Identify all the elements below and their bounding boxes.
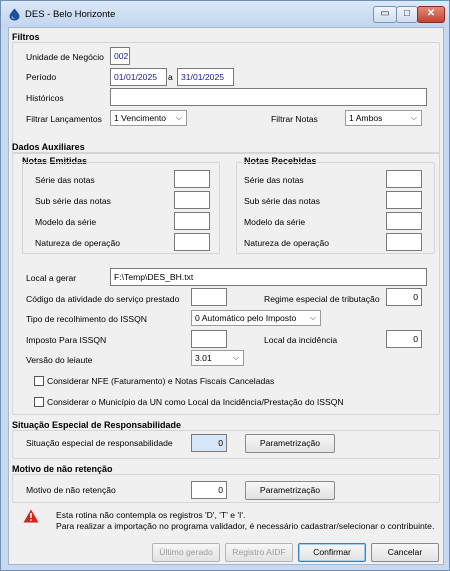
maximize-icon: □ [403,8,411,19]
ultimo-gerado-button[interactable]: Último gerado [152,543,220,562]
warning-line-2: Para realizar a importação no programa v… [56,521,435,531]
filtrar-lancamentos-label: Filtrar Lançamentos [26,114,102,124]
chevron-down-icon: ⌵ [309,313,316,322]
local-incidencia-input[interactable]: 0 [386,330,422,348]
recebidas-subserie-input[interactable] [386,191,422,209]
motivo-title: Motivo de não retenção [12,464,113,474]
filtrar-notas-label: Filtrar Notas [271,114,318,124]
regime-especial-input[interactable]: 0 [386,288,422,306]
emitidas-subserie-label: Sub série das notas [35,196,111,206]
considerar-nfe-checkbox[interactable] [34,376,44,386]
filtrar-lancamentos-value: 1 Vencimento [114,113,167,123]
considerar-municipio-label[interactable]: Considerar o Município da UN como Local … [47,397,344,407]
situacao-title: Situação Especial de Responsabilidade [12,420,182,430]
filtrar-lancamentos-select[interactable]: 1 Vencimento ⌵ [110,110,187,126]
recebidas-subserie-label: Sub série das notas [244,196,320,206]
codigo-atividade-label: Código da atividade do serviço prestado [26,294,180,304]
periodo-separator: a [168,72,173,82]
recebidas-modelo-label: Modelo da série [244,217,306,227]
emitidas-serie-input[interactable] [174,170,210,188]
dados-auxiliares-title: Dados Auxiliares [12,142,85,152]
chevron-down-icon: ⌵ [232,353,239,362]
minimize-button[interactable]: ▭ [373,6,397,23]
window-title: DES - Belo Horizonte [25,9,116,20]
warning-icon [23,509,39,523]
chevron-down-icon: ⌵ [410,113,417,122]
close-icon: ✕ [426,8,436,19]
local-incidencia-label: Local da incidência [264,335,338,345]
unidade-input[interactable]: 002 [110,47,130,65]
recebidas-modelo-input[interactable] [386,212,422,230]
confirmar-button[interactable]: Confirmar [298,543,366,562]
emitidas-natureza-input[interactable] [174,233,210,251]
recebidas-natureza-label: Natureza de operação [244,238,330,248]
considerar-municipio-checkbox[interactable] [34,397,44,407]
imposto-issqn-label: Imposto Para ISSQN [26,335,107,345]
historicos-input[interactable] [110,88,427,106]
versao-leiaute-value: 3.01 [195,353,212,363]
motivo-input[interactable]: 0 [191,481,227,499]
dialog-content: Filtros Unidade de Negócio 002 Período 0… [8,27,444,565]
tipo-recolhimento-label: Tipo de recolhimento do ISSQN [26,314,148,324]
local-gerar-input[interactable]: F:\Temp\DES_BH.txt [110,268,427,286]
recebidas-natureza-input[interactable] [386,233,422,251]
filtrar-notas-select[interactable]: 1 Ambos ⌵ [345,110,422,126]
situacao-label: Situação especial de responsabilidade [26,438,173,448]
filtrar-notas-value: 1 Ambos [349,113,383,123]
imposto-issqn-input[interactable] [191,330,227,348]
motivo-label: Motivo de não retenção [26,485,116,495]
emitidas-modelo-label: Modelo da série [35,217,97,227]
warning-line-1: Esta rotina não contempla os registros '… [56,510,246,520]
title-bar[interactable]: DES - Belo Horizonte ▭ □ ✕ [1,1,449,27]
motivo-parametrizacao-button[interactable]: Parametrização [245,481,335,500]
unidade-label: Unidade de Negócio [26,52,104,62]
emitidas-modelo-input[interactable] [174,212,210,230]
local-gerar-label: Local a gerar [26,273,77,283]
periodo-label: Período [26,72,57,82]
regime-especial-label: Regime especial de tributação [264,294,380,304]
historicos-label: Históricos [26,93,64,103]
emitidas-natureza-label: Natureza de operação [35,238,121,248]
codigo-atividade-input[interactable] [191,288,227,306]
emitidas-subserie-input[interactable] [174,191,210,209]
situacao-parametrizacao-button[interactable]: Parametrização [245,434,335,453]
chevron-down-icon: ⌵ [175,113,182,122]
recebidas-serie-input[interactable] [386,170,422,188]
maximize-button[interactable]: □ [396,6,418,23]
close-button[interactable]: ✕ [417,6,445,23]
periodo-end-input[interactable]: 31/01/2025 [177,68,234,86]
dialog-window: DES - Belo Horizonte ▭ □ ✕ Filtros Unida… [0,0,450,571]
situacao-input[interactable]: 0 [191,434,227,452]
recebidas-serie-label: Série das notas [244,175,304,185]
registro-aidf-button[interactable]: Registro AIDF [225,543,293,562]
app-icon [9,8,20,21]
considerar-nfe-label[interactable]: Considerar NFE (Faturamento) e Notas Fis… [47,376,274,386]
emitidas-serie-label: Série das notas [35,175,95,185]
versao-leiaute-select[interactable]: 3.01 ⌵ [191,350,244,366]
tipo-recolhimento-select[interactable]: 0 Automático pelo Imposto ⌵ [191,310,321,326]
minimize-icon: ▭ [380,8,390,19]
cancelar-button[interactable]: Cancelar [371,543,439,562]
periodo-start-input[interactable]: 01/01/2025 [110,68,167,86]
filtros-title: Filtros [12,32,40,42]
versao-leiaute-label: Versão do leiaute [26,355,93,365]
tipo-recolhimento-value: 0 Automático pelo Imposto [195,313,297,323]
